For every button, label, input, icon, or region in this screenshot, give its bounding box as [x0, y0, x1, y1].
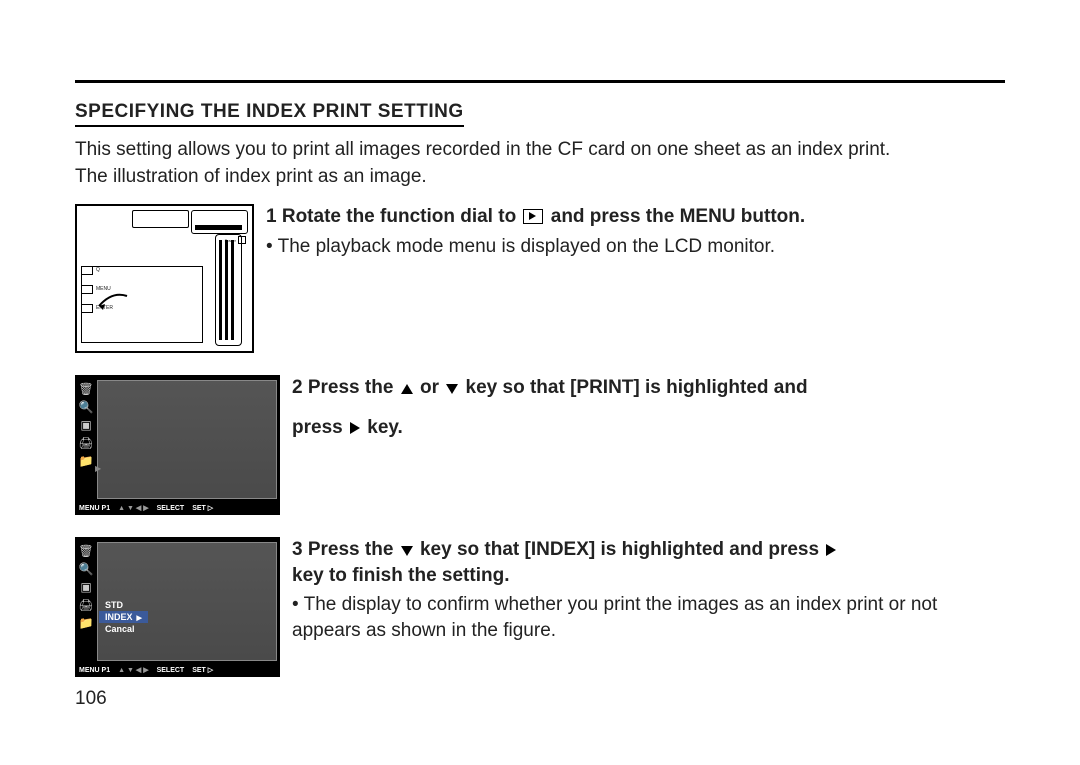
- step-2-head-e: key.: [367, 417, 403, 438]
- intro-text: This setting allows you to print all ima…: [75, 137, 1005, 190]
- footer-set-3: SET ▷: [192, 666, 213, 674]
- step-1-head-a: Rotate the function dial to: [282, 206, 522, 227]
- step-1-head-b: and press the MENU button.: [551, 206, 805, 227]
- magnify-icon: 🔍: [77, 401, 95, 413]
- lcd-side-icons-3: 🗑 🔍 ▣ 🖨 📁: [77, 545, 95, 629]
- intro-line-2: The illustration of index print as an im…: [75, 166, 427, 187]
- down-triangle-icon: [446, 384, 458, 394]
- camera-illustration: Power Q MENU ENTER: [75, 204, 254, 353]
- trash-icon: 🗑: [77, 545, 95, 557]
- footer-menu-3: MENU P1: [79, 667, 110, 674]
- step-2-num: 2: [292, 377, 303, 398]
- print-selected-triangle-icon: ▶: [95, 464, 101, 473]
- footer-arrows: ▲ ▼ ◀ ▶: [118, 504, 148, 512]
- magnify-icon: 🔍: [77, 563, 95, 575]
- step-3-text: 3 Press the key so that [INDEX] is highl…: [292, 537, 1005, 644]
- step-2-head-a: Press the: [308, 377, 399, 398]
- step-3-head-c: key to finish the setting.: [292, 565, 509, 586]
- folder-icon: 📁: [77, 617, 95, 629]
- slideshow-icon: ▣: [77, 581, 95, 593]
- step-3-bullet: • The display to confirm whether you pri…: [292, 592, 1005, 643]
- step-2-head-d: press: [292, 417, 348, 438]
- menu-item-index-label: INDEX: [105, 612, 133, 622]
- step-2-head-b: or: [420, 377, 444, 398]
- footer-menu: MENU P1: [79, 505, 110, 512]
- footer-set: SET ▷: [192, 504, 213, 512]
- lcd-footer-3: MENU P1 ▲ ▼ ◀ ▶ SELECT SET ▷: [75, 663, 280, 677]
- footer-arrows-3: ▲ ▼ ◀ ▶: [118, 666, 148, 674]
- top-rule: [75, 80, 1005, 83]
- lcd-screenshot-step3: Print 🗑 🔍 ▣ 🖨 📁 STD INDEX▶ Cancal MENU P…: [75, 537, 280, 677]
- step-2-text: 2 Press the or key so that [PRINT] is hi…: [292, 375, 1005, 440]
- step-1-bullet: • The playback mode menu is displayed on…: [266, 234, 1005, 260]
- lcd-side-icons: 🗑 🔍 ▣ 🖨 📁: [77, 383, 95, 467]
- camera-top-icon: [132, 210, 189, 228]
- down-triangle-icon: [401, 546, 413, 556]
- section-title: SPECIFYING THE INDEX PRINT SETTING: [75, 101, 464, 127]
- playback-mode-icon: [523, 209, 543, 224]
- q-label: Q: [96, 268, 100, 273]
- step-3-num: 3: [292, 539, 303, 560]
- menu-item-index: INDEX ▶: [99, 611, 148, 623]
- camera-small-lcd-icon: [191, 210, 248, 234]
- folder-icon: 📁: [77, 455, 95, 467]
- camera-grip-icon: [215, 234, 242, 346]
- menu-item-std: STD: [99, 599, 148, 611]
- right-triangle-icon: [350, 422, 360, 434]
- step-3-head-a: Press the: [308, 539, 399, 560]
- step-2-head-c: key so that [PRINT] is highlighted and: [466, 377, 808, 398]
- step-2-row: Print 🗑 🔍 ▣ 🖨 📁 ▶ MENU P1 ▲ ▼ ◀ ▶ SELECT…: [75, 375, 1005, 515]
- page-number: 106: [75, 688, 107, 710]
- manual-page: SPECIFYING THE INDEX PRINT SETTING This …: [0, 0, 1080, 739]
- right-triangle-icon: [826, 544, 836, 556]
- step-3-head-b: key so that [INDEX] is highlighted and p…: [420, 539, 824, 560]
- footer-select-3: SELECT: [157, 667, 185, 674]
- lcd-frame: [97, 380, 277, 499]
- menu-item-index-triangle-icon: ▶: [137, 615, 142, 622]
- footer-select: SELECT: [157, 505, 185, 512]
- step-1-text: 1 Rotate the function dial to and press …: [266, 204, 1005, 259]
- step-1-row: Power Q MENU ENTER 1 Rotate the function…: [75, 204, 1005, 353]
- step-3-row: Print 🗑 🔍 ▣ 🖨 📁 STD INDEX▶ Cancal MENU P…: [75, 537, 1005, 677]
- arrow-to-menu-icon: [97, 291, 132, 326]
- step-1-num: 1: [266, 206, 277, 227]
- lcd-screenshot-step2: Print 🗑 🔍 ▣ 🖨 📁 ▶ MENU P1 ▲ ▼ ◀ ▶ SELECT…: [75, 375, 280, 515]
- intro-line-1: This setting allows you to print all ima…: [75, 139, 890, 160]
- up-triangle-icon: [401, 384, 413, 394]
- lcd-print-menu: STD INDEX ▶ Cancal: [99, 599, 148, 635]
- print-icon: 🖨: [77, 599, 95, 611]
- trash-icon: 🗑: [77, 383, 95, 395]
- print-icon: 🖨: [77, 437, 95, 449]
- slideshow-icon: ▣: [77, 419, 95, 431]
- lcd-footer: MENU P1 ▲ ▼ ◀ ▶ SELECT SET ▷: [75, 501, 280, 515]
- menu-item-cancel: Cancal: [99, 623, 148, 635]
